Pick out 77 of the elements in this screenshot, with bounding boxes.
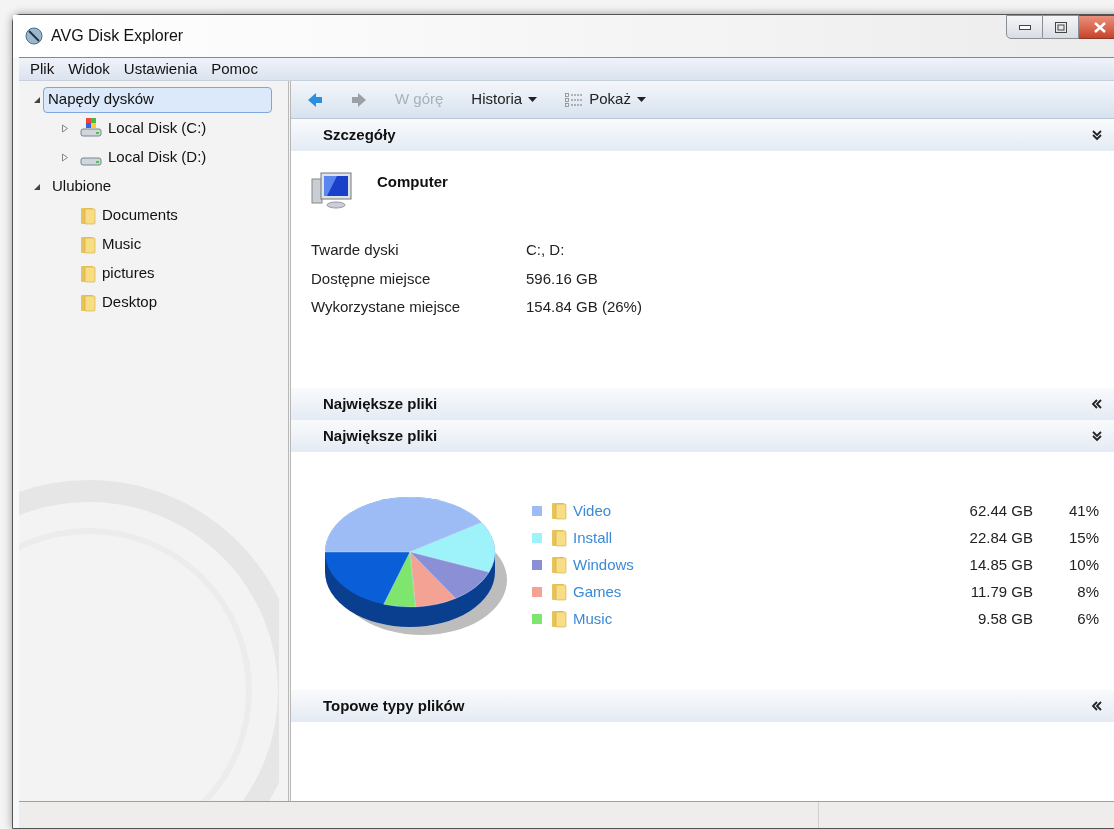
view-button[interactable]: Pokaż (557, 85, 654, 114)
size-text: 62.44 GB (968, 500, 1033, 521)
folder-icon (551, 529, 567, 547)
folder-link[interactable]: Music (573, 607, 613, 631)
folder-icon (80, 235, 96, 254)
close-button[interactable] (1079, 15, 1114, 39)
tree-item[interactable]: Local Disk (D:) (75, 144, 212, 171)
detail-value: 154.84 GB (26%) (526, 297, 642, 317)
app-logo-icon (25, 27, 43, 45)
collapse-arrow-icon[interactable] (61, 124, 69, 133)
tree-item[interactable]: Desktop (75, 289, 163, 316)
section-header[interactable]: Topowe typy plików (291, 690, 1114, 722)
folder-link[interactable]: Windows (573, 553, 634, 577)
detail-value: C:, D: (526, 240, 565, 260)
section-title: Największe pliki (323, 425, 438, 446)
size-text: 14.85 GB (968, 554, 1033, 575)
folder-icon (551, 610, 567, 628)
restore-icon (1054, 21, 1067, 33)
section-title: Szczegóły (323, 124, 396, 145)
detail-label: Wykorzystane miejsce (311, 297, 462, 317)
caret-icon (636, 97, 646, 102)
expand-chevron-icon[interactable] (1091, 700, 1103, 712)
computer-icon (311, 171, 353, 211)
expand-arrow-icon[interactable] (33, 182, 41, 191)
percent-text: 6% (1076, 608, 1099, 629)
percent-text: 15% (1067, 527, 1099, 548)
percent-text: 41% (1067, 500, 1099, 521)
folder-link[interactable]: Install (573, 526, 613, 550)
menu-item[interactable]: Ustawienia (116, 57, 205, 81)
section-header[interactable]: Szczegóły (291, 119, 1114, 151)
tree-item[interactable]: Local Disk (C:) (75, 115, 212, 142)
expand-arrow-icon[interactable] (33, 95, 41, 104)
folder-icon (80, 293, 96, 312)
maximize-button[interactable] (1043, 15, 1079, 39)
size-text: 11.79 GB (969, 581, 1033, 602)
tree-item[interactable]: Ulubione (47, 173, 117, 200)
size-text: 9.58 GB (976, 608, 1033, 629)
folder-icon (80, 264, 96, 283)
expand-chevron-icon[interactable] (1091, 398, 1103, 410)
detail-label: Dostępne miejsce (311, 268, 432, 289)
forward-arrow-icon (351, 91, 367, 108)
minimize-button[interactable] (1006, 15, 1043, 39)
close-icon (1093, 21, 1106, 33)
folder-icon (551, 556, 567, 574)
folder-icon (551, 502, 567, 520)
tree-item[interactable]: Documents (75, 202, 183, 229)
folder-icon (551, 583, 567, 601)
drive-icon (80, 156, 102, 166)
percent-text: 10% (1067, 554, 1099, 575)
folder-icon (80, 206, 96, 225)
minimize-icon (1018, 24, 1031, 30)
percent-text: 8% (1076, 581, 1099, 602)
caret-icon (528, 97, 538, 102)
detail-label: Twarde dyski (311, 240, 400, 260)
section-header[interactable]: Największe pliki (291, 388, 1114, 420)
detail-value: 596.16 GB (526, 268, 598, 289)
menu-item[interactable]: Widok (61, 57, 117, 81)
computer-heading: Computer (377, 172, 448, 192)
window-title: AVG Disk Explorer (51, 26, 184, 46)
folder-link[interactable]: Video (573, 499, 612, 523)
section-title: Topowe typy plików (323, 695, 465, 716)
back-arrow-icon (307, 91, 323, 108)
menu-item[interactable]: Plik (23, 57, 62, 81)
collapse-chevron-icon[interactable] (1091, 129, 1103, 141)
list-view-icon (565, 92, 584, 107)
tree-item[interactable]: Music (75, 231, 147, 258)
collapse-chevron-icon[interactable] (1091, 430, 1103, 442)
section-title: Największe pliki (323, 393, 438, 414)
collapse-arrow-icon[interactable] (61, 153, 69, 162)
tree-item[interactable]: pictures (75, 260, 160, 287)
size-text: 22.84 GB (968, 527, 1033, 548)
section-header[interactable]: Największe pliki (291, 420, 1114, 452)
folder-link[interactable]: Games (573, 580, 622, 604)
history-button[interactable]: Historia (463, 85, 546, 114)
menu-item[interactable]: Pomoc (204, 57, 265, 81)
tree-item[interactable]: Napędy dysków (43, 86, 272, 113)
system-drive-icon (80, 116, 102, 137)
